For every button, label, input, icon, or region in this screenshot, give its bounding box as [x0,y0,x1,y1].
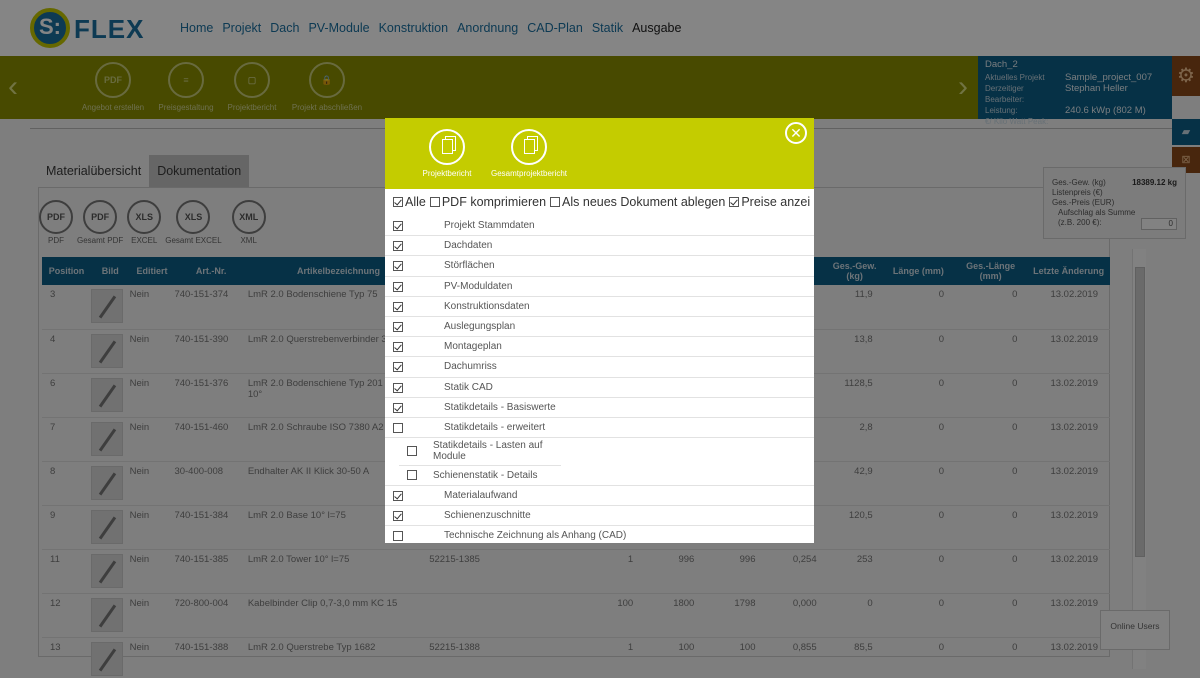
report-section-item[interactable]: Schienenzuschnitte [385,506,814,527]
option-1[interactable]: PDF komprimieren [429,195,547,209]
report-section-item[interactable]: Technische Zeichnung als Anhang (CAD) [385,526,814,543]
option-checkbox[interactable] [550,197,561,207]
section-checkbox[interactable] [393,422,403,433]
report-section-item[interactable]: Auslegungsplan [385,317,814,338]
report-section-item[interactable]: Statikdetails - erweitert [385,418,814,439]
report-section-item[interactable]: Störflächen [385,256,814,277]
section-label: Statikdetails - Basiswerte [444,401,556,413]
section-label: Konstruktionsdaten [444,300,530,312]
close-dialog-icon[interactable]: ✕ [785,122,807,144]
report-sections-list: Projekt Stammdaten Dachdaten Störflächen PV… [385,216,814,543]
option-label: PDF komprimieren [441,195,547,209]
section-label: Schienenzuschnitte [444,510,531,522]
report-section-item[interactable]: Statikdetails - Basiswerte [385,398,814,418]
report-section-item[interactable]: Materialaufwand [385,486,814,507]
section-checkbox[interactable] [393,531,403,542]
section-checkbox[interactable] [393,362,403,373]
option-label: Alle [405,195,426,209]
project-report-dialog: Projektbericht Gesamtprojektbericht ✕ Al… [385,118,814,543]
section-checkbox[interactable] [393,221,403,231]
section-checkbox[interactable] [393,241,403,252]
section-checkbox[interactable] [393,301,403,312]
section-checkbox[interactable] [393,402,403,413]
section-checkbox[interactable] [393,382,403,393]
report-section-item[interactable]: Projekt Stammdaten [385,216,814,237]
section-checkbox[interactable] [393,321,403,332]
section-checkbox[interactable] [393,281,403,292]
section-checkbox[interactable] [407,470,417,481]
section-label: Statik CAD [444,381,493,393]
section-label: Projekt Stammdaten [444,220,535,231]
section-checkbox[interactable] [393,261,403,272]
section-checkbox[interactable] [407,446,417,457]
option-checkbox[interactable] [429,197,440,207]
option-3[interactable]: Preise anzei [729,195,810,209]
section-checkbox[interactable] [393,342,403,353]
section-label: Statikdetails - Lasten auf Module [433,440,543,463]
section-label: Auslegungsplan [444,320,516,332]
option-checkbox[interactable] [393,197,403,207]
section-label: Dachdaten [444,240,493,252]
section-label: Montageplan [444,341,502,353]
section-label: Technische Zeichnung als Anhang (CAD) [444,530,627,542]
option-label: Preise anzei [741,195,811,209]
report-section-item[interactable]: PV-Moduldaten [385,277,814,297]
gesamtprojektbericht-button[interactable]: Gesamtprojektbericht [481,129,577,178]
section-checkbox[interactable] [393,491,403,502]
document-icon [429,129,465,165]
report-section-item[interactable]: Schienenstatik - Details [385,465,814,487]
sub-divider [399,465,561,467]
report-section-item[interactable]: Statikdetails - Lasten auf Module [385,438,814,465]
option-2[interactable]: Als neues Dokument ablegen [550,195,725,209]
section-label: Schienenstatik - Details [433,470,538,482]
report-section-item[interactable]: Montageplan [385,337,814,358]
document-icon [511,129,547,165]
option-label: Als neues Dokument ablegen [562,195,726,209]
dialog-header: Projektbericht Gesamtprojektbericht ✕ [385,118,814,189]
report-section-item[interactable]: Dachumriss [385,357,814,378]
section-checkbox[interactable] [393,511,403,522]
report-section-item[interactable]: Statik CAD [385,378,814,398]
section-label: PV-Moduldaten [444,280,513,292]
report-options: Alle PDF komprimieren Als neues Dokument a… [393,195,814,209]
section-label: Dachumriss [444,361,497,373]
section-label: Störflächen [444,260,495,272]
section-label: Materialaufwand [444,490,518,502]
option-0[interactable]: Alle [393,195,426,209]
report-section-item[interactable]: Dachdaten [385,236,814,257]
section-label: Statikdetails - erweitert [444,421,546,433]
report-section-item[interactable]: Konstruktionsdaten [385,297,814,317]
gesamtprojektbericht-label: Gesamtprojektbericht [490,169,568,178]
option-checkbox[interactable] [729,197,740,207]
